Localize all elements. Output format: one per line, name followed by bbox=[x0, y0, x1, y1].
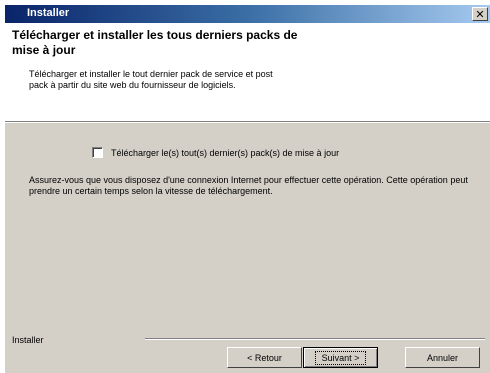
close-icon: ✕ bbox=[475, 7, 485, 21]
page-description: Télécharger et installer le tout dernier… bbox=[29, 69, 273, 90]
installer-window: Installer ✕ Télécharger et installer les… bbox=[5, 5, 490, 373]
close-button[interactable]: ✕ bbox=[472, 7, 488, 21]
download-updates-label[interactable]: Télécharger le(s) tout(s) dernier(s) pac… bbox=[111, 148, 339, 158]
footer-brand-label: Installer bbox=[12, 335, 44, 345]
cancel-button[interactable]: Annuler bbox=[405, 347, 480, 368]
footer-divider-highlight bbox=[145, 339, 485, 340]
header-panel: Télécharger et installer les tous dernie… bbox=[5, 23, 490, 121]
download-updates-checkbox[interactable] bbox=[92, 147, 103, 158]
download-updates-option[interactable]: Télécharger le(s) tout(s) dernier(s) pac… bbox=[92, 147, 339, 158]
header-divider-highlight bbox=[5, 122, 490, 123]
title-bar[interactable]: Installer ✕ bbox=[5, 5, 490, 23]
info-text: Assurez-vous que vous disposez d'une con… bbox=[29, 175, 468, 196]
page-title: Télécharger et installer les tous dernie… bbox=[12, 28, 298, 57]
window-title: Installer bbox=[27, 7, 70, 19]
next-button[interactable]: Suivant > bbox=[303, 347, 378, 368]
next-button-label: Suivant > bbox=[314, 350, 367, 365]
back-button-label: < Retour bbox=[247, 352, 282, 363]
back-button[interactable]: < Retour bbox=[227, 347, 302, 368]
cancel-button-label: Annuler bbox=[426, 352, 459, 363]
